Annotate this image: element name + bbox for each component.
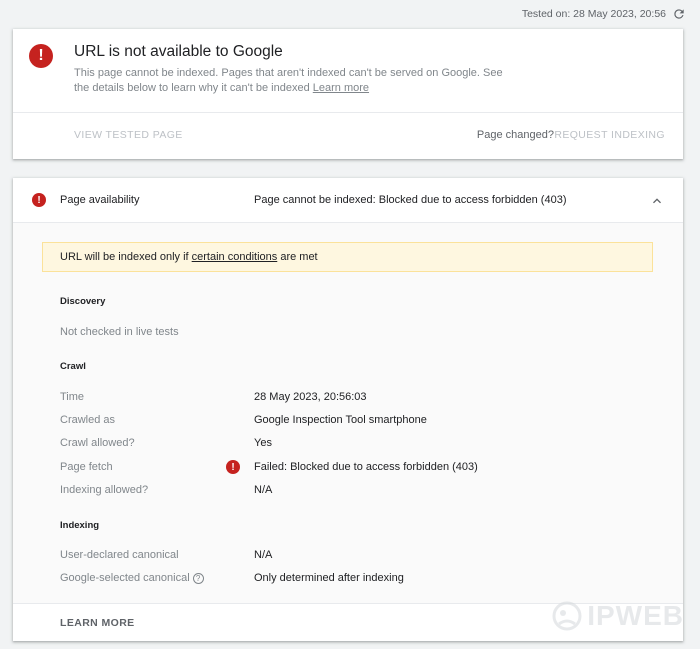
notice-text-post: are met	[277, 251, 318, 263]
indexing-heading: Indexing	[60, 520, 100, 531]
crawl-heading: Crawl	[60, 361, 86, 372]
conditions-notice: URL will be indexed only if certain cond…	[42, 242, 653, 272]
view-tested-page-button[interactable]: VIEW TESTED PAGE	[74, 129, 183, 141]
watermark: IPWEB	[551, 600, 684, 632]
availability-card: ! Page availability Page cannot be index…	[13, 178, 683, 641]
error-icon: !	[32, 193, 46, 207]
top-bar: Tested on: 28 May 2023, 20:56	[0, 0, 700, 28]
notice-text-pre: URL will be indexed only if	[60, 251, 192, 263]
refresh-icon[interactable]	[672, 7, 686, 21]
discovery-text: Not checked in live tests	[60, 326, 179, 338]
availability-label: Page availability	[60, 194, 140, 206]
request-indexing-button[interactable]: REQUEST INDEXING	[554, 129, 665, 141]
chevron-up-icon[interactable]	[649, 193, 665, 209]
tested-on-label: Tested on: 28 May 2023, 20:56	[521, 8, 666, 20]
learn-more-link[interactable]: Learn more	[313, 82, 369, 94]
google-canonical-label: Google-selected canonical?	[60, 572, 204, 584]
discovery-heading: Discovery	[60, 296, 106, 307]
indexing-allowed-label: Indexing allowed?	[60, 484, 149, 496]
crawl-time-value: 28 May 2023, 20:56:03	[254, 391, 367, 403]
page-title: URL is not available to Google	[74, 43, 283, 60]
availability-status: Page cannot be indexed: Blocked due to a…	[254, 194, 567, 206]
watermark-text: IPWEB	[587, 600, 684, 631]
certain-conditions-link[interactable]: certain conditions	[192, 251, 278, 263]
help-icon[interactable]: ?	[192, 573, 204, 584]
logo-icon	[552, 601, 582, 631]
summary-description-text: This page cannot be indexed. Pages that …	[74, 67, 503, 94]
page-fetch-label: Page fetch	[60, 461, 113, 473]
crawled-as-value: Google Inspection Tool smartphone	[254, 414, 427, 426]
error-icon: !	[226, 460, 240, 474]
crawl-time-label: Time	[60, 391, 85, 403]
crawled-as-label: Crawled as	[60, 414, 116, 426]
availability-details: URL will be indexed only if certain cond…	[13, 223, 683, 603]
availability-header[interactable]: ! Page availability Page cannot be index…	[13, 178, 683, 223]
page-changed-link[interactable]: Page changed?	[477, 129, 554, 141]
google-canonical-value: Only determined after indexing	[254, 572, 404, 584]
divider	[13, 112, 683, 113]
page-fetch-value: Failed: Blocked due to access forbidden …	[254, 461, 478, 473]
summary-description: This page cannot be indexed. Pages that …	[74, 66, 514, 96]
learn-more-button[interactable]: LEARN MORE	[60, 617, 135, 629]
indexing-allowed-value: N/A	[254, 484, 273, 496]
user-canonical-value: N/A	[254, 549, 273, 561]
summary-card: ! URL is not available to Google This pa…	[13, 29, 683, 159]
crawl-allowed-label: Crawl allowed?	[60, 437, 135, 449]
crawl-allowed-value: Yes	[254, 437, 272, 449]
google-canonical-label-text: Google-selected canonical	[60, 572, 190, 584]
error-icon: !	[29, 44, 53, 68]
user-canonical-label: User-declared canonical	[60, 549, 179, 561]
